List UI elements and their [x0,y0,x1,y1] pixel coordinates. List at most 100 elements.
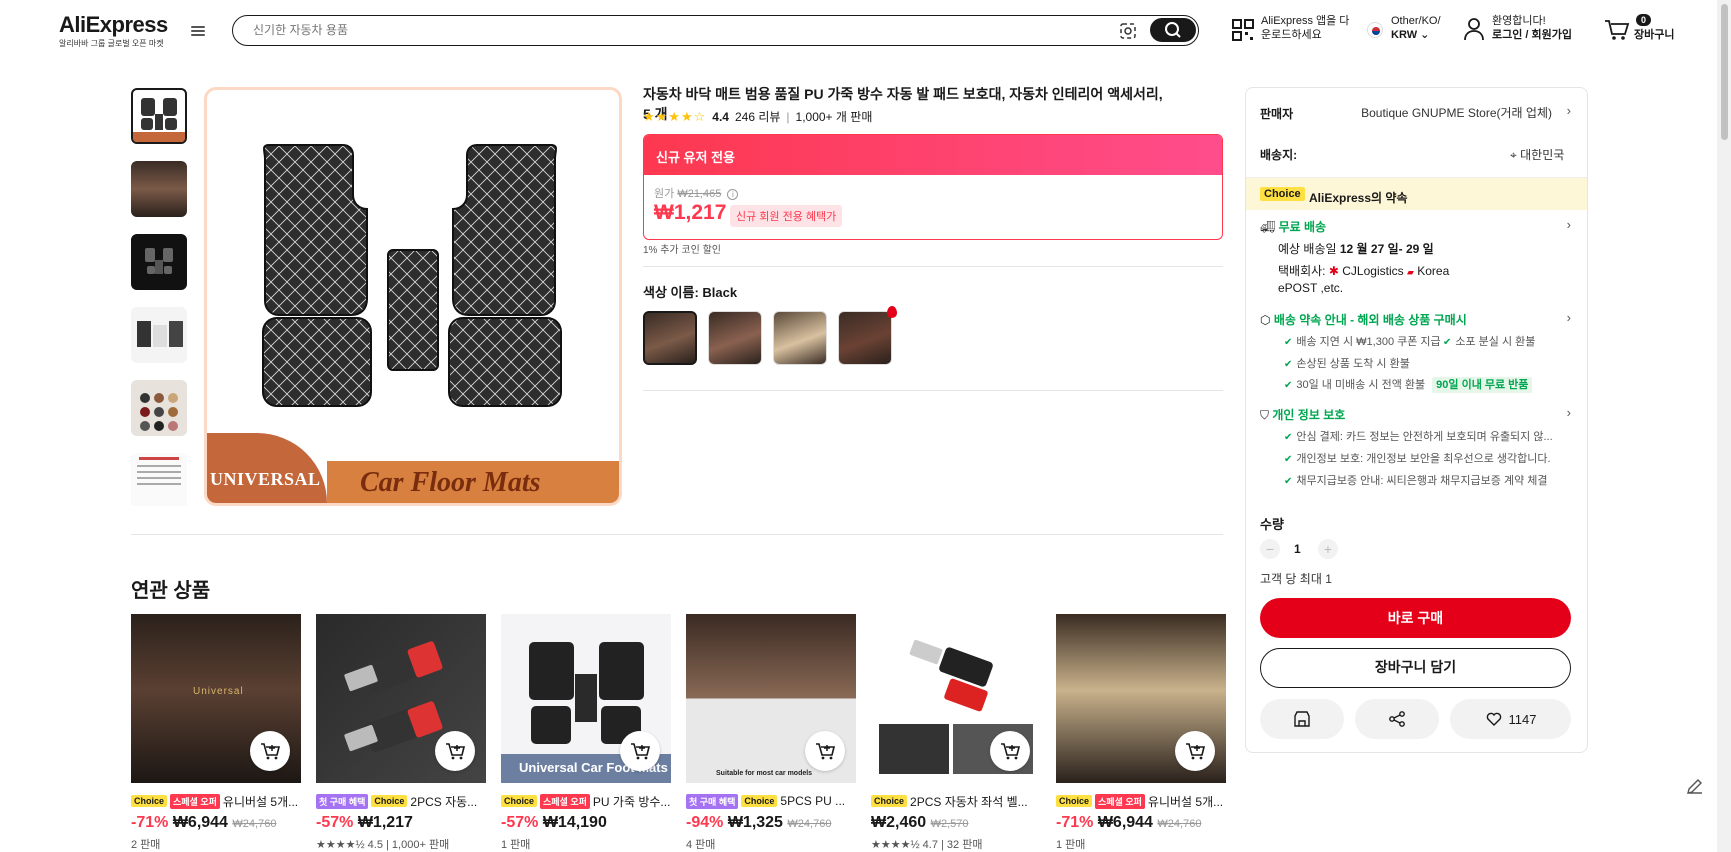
qty-decrease-button[interactable]: − [1260,539,1280,559]
privacy-item: ✔ 채무지급보증 안내: 씨티은행과 채무지급보증 계약 체결 [1284,475,1548,487]
thumbnail-6[interactable] [131,453,187,506]
product-card-price: -94% ₩1,325 ₩24,760 [686,814,832,831]
check-icon: ✔ [1284,380,1293,391]
product-card[interactable]: 첫 구매 혜택 Choice 2PCS 자동... -57% ₩1,217 ★★★★… [316,614,486,852]
search-input[interactable] [253,21,1093,39]
product-card-sold: 4 판매 [686,839,716,851]
divider: | [786,109,790,124]
delivery-guide-row[interactable]: ⬡ 배송 약속 안내 - 해외 배송 상품 구매시 [1260,311,1467,328]
hot-flame-icon [887,306,897,318]
image-search-icon[interactable] [1118,21,1138,41]
logo[interactable]: AliExpress 알리바바 그룹 글로벌 오픈 마켓 [59,12,168,49]
store-button[interactable] [1260,699,1344,739]
chevron-right-icon[interactable]: › [1567,405,1571,420]
product-card[interactable]: Choice 2PCS 자동차 좌석 벨... ₩2,460 ₩2,570 ★★★… [871,614,1041,852]
swatch-3[interactable] [773,311,827,365]
add-to-cart-icon[interactable] [620,731,660,771]
wishlist-count: 1147 [1508,711,1537,727]
page-scrollbar[interactable] [1717,0,1731,852]
thumbnail-1[interactable] [131,88,187,144]
product-card-sold: 1 판매 [501,839,531,851]
product-card[interactable]: Choice 스페셜 오퍼 유니버설 5개... -71% ₩6,944 ₩24,7… [1056,614,1226,852]
product-card-image[interactable] [1056,614,1226,783]
product-card-price: -71% ₩6,944 ₩24,760 [1056,814,1202,831]
original-price: 원가 ₩21,465 i [654,185,739,201]
add-to-cart-button[interactable]: 장바구니 담기 [1260,648,1571,688]
qr-icon[interactable] [1232,19,1254,41]
region-currency-selector[interactable]: Other/KO/ KRW ⌄ [1391,14,1441,42]
product-card[interactable]: Universal Choice 스페셜 오퍼 유니버설 5개... -71% ₩6… [131,614,301,852]
divider [643,266,1223,267]
menu-icon[interactable] [190,24,206,38]
add-to-cart-icon[interactable] [990,731,1030,771]
thumbnail-5[interactable] [131,380,187,436]
chevron-right-icon[interactable]: › [1567,310,1571,325]
product-card-image[interactable]: Suitable for most car models [686,614,856,783]
share-button[interactable] [1355,699,1439,739]
qty-increase-button[interactable]: + [1318,539,1338,559]
privacy-row[interactable]: ⛉ 개인 정보 보호 [1260,406,1345,423]
add-to-cart-icon[interactable] [1175,731,1215,771]
info-icon[interactable]: i [727,189,739,200]
product-card-title[interactable]: 첫 구매 혜택 Choice 2PCS 자동... [316,793,486,809]
thumbnail-4[interactable] [131,307,187,363]
promise-title: AliExpress의 약속 [1309,191,1408,205]
wishlist-button[interactable]: 1147 [1450,699,1571,739]
seller-link[interactable]: Boutique GNUPME Store(거래 업체) [1352,104,1552,121]
rating-row: ★★★★☆ 4.4 246 리뷰 | 1,000+ 개 판매 [643,108,872,125]
chevron-right-icon[interactable]: › [1567,217,1571,232]
thumbnail-3[interactable] [131,234,187,290]
product-card-image[interactable] [871,614,1041,783]
purchase-sidebar: 판매자 Boutique GNUPME Store(거래 업체) › 배송지: … [1245,87,1588,753]
product-card-price: ₩2,460 ₩2,570 [871,814,969,831]
review-count[interactable]: 246 리뷰 [735,108,780,125]
guarantee-item: ✔ 30일 내 미배송 시 전액 환불 90일 이내 무료 반품 [1284,376,1533,393]
add-to-cart-icon[interactable] [250,731,290,771]
banner-text-universal: UNIVERSAL [210,469,321,489]
product-card-title[interactable]: Choice 스페셜 오퍼 유니버설 5개... [1056,793,1226,809]
cart-icon[interactable] [1604,18,1630,42]
ship-to-label: 배송지: [1260,148,1298,162]
user-icon[interactable] [1463,17,1485,41]
product-card[interactable]: Universal Car Foot Mats Choice 스페셜 오퍼 PU 가… [501,614,671,852]
product-card-title[interactable]: Choice 스페셜 오퍼 유니버설 5개... [131,793,301,809]
tag-special-offer: 스페셜 오퍼 [1095,793,1145,809]
cart-label[interactable]: 장바구니 [1634,28,1674,42]
qty-value[interactable]: 1 [1294,542,1301,556]
app-download-link[interactable]: AliExpress 앱을 다 운로드하세요 [1261,14,1349,42]
choice-badge: Choice [1260,187,1305,201]
add-to-cart-icon[interactable] [805,731,845,771]
product-card-title[interactable]: Choice 스페셜 오퍼 PU 가죽 방수... [501,793,671,809]
seller-label: 판매자 [1260,107,1294,121]
share-icon [1389,711,1405,727]
main-product-image[interactable]: UNIVERSAL Car Floor Mats [204,87,622,506]
cart-count-badge: 0 [1636,14,1652,26]
product-card-image[interactable] [316,614,486,783]
product-card-image[interactable]: Universal [131,614,301,783]
swatch-4[interactable] [838,306,897,365]
product-card[interactable]: Suitable for most car models 첫 구매 혜택 Choi… [686,614,856,852]
guarantee-item: ✔ 손상된 상품 도착 시 환불 [1284,358,1410,370]
add-to-cart-icon[interactable] [435,731,475,771]
check-icon: ✔ [1284,432,1293,443]
divider [131,534,1223,535]
color-swatches [643,306,897,365]
search-button[interactable] [1150,18,1196,42]
quantity-label: 수량 [1260,517,1284,532]
product-card-title[interactable]: 첫 구매 혜택 Choice 5PCS PU ... [686,793,856,809]
logo-text[interactable]: AliExpress [59,12,168,38]
thumbnail-2[interactable] [131,161,187,217]
free-shipping-row[interactable]: 🚚︎ 무료 배송 [1260,218,1326,235]
privacy-item: ✔ 개인정보 보호: 개인정보 보안을 최우선으로 생각합니다. [1284,453,1551,465]
product-card-title[interactable]: Choice 2PCS 자동차 좌석 벨... [871,793,1041,809]
ship-to-location[interactable]: ⌖ 대한민국 [1510,146,1564,163]
account-link[interactable]: 환영합니다! 로그인 / 회원가입 [1492,14,1572,42]
swatch-black[interactable] [643,311,697,365]
product-card-image[interactable]: Universal Car Foot Mats [501,614,671,783]
scrollbar-thumb[interactable] [1721,4,1728,140]
feedback-edit-icon[interactable] [1683,774,1707,798]
privacy-item: ✔ 안심 결제: 카드 정보는 안전하게 보호되며 유출되지 않... [1284,431,1553,443]
chevron-right-icon[interactable]: › [1567,103,1571,118]
buy-now-button[interactable]: 바로 구매 [1260,598,1571,638]
swatch-2[interactable] [708,311,762,365]
